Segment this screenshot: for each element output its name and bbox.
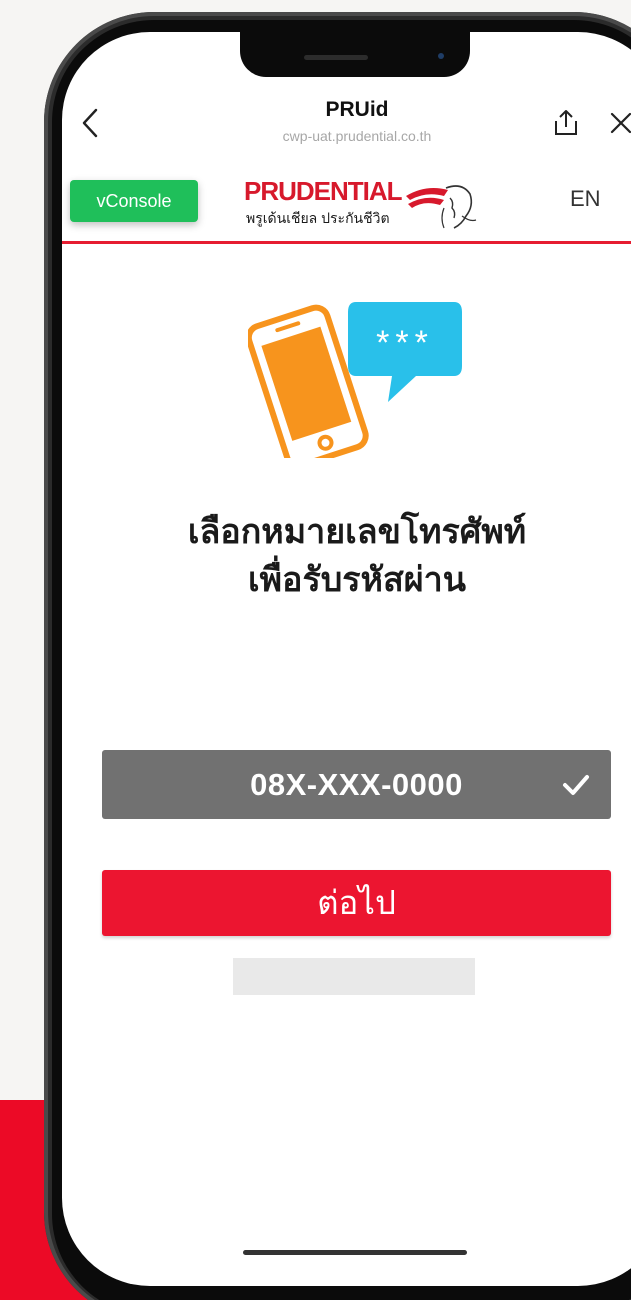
check-icon [563, 775, 589, 795]
stage: PRUid cwp-uat.prudential.co.th vConsole … [0, 0, 631, 1300]
headline-line-2: เพื่อรับรหัสผ่าน [248, 561, 466, 599]
page-headline: เลือกหมายเลขโทรศัพท์ เพื่อรับรหัสผ่าน [102, 508, 612, 604]
browser-title: PRUid [325, 98, 389, 121]
prudence-head-icon [406, 185, 477, 229]
phone-number-option[interactable]: 08X-XXX-0000 [102, 750, 611, 819]
home-indicator [243, 1250, 467, 1255]
header-divider [62, 241, 631, 244]
vconsole-button[interactable]: vConsole [70, 180, 198, 222]
device-screen: PRUid cwp-uat.prudential.co.th vConsole … [62, 32, 631, 1286]
device-notch [240, 32, 470, 77]
earpiece-speaker [304, 55, 368, 60]
browser-url: cwp-uat.prudential.co.th [282, 128, 432, 144]
bubble-asterisks: *** [376, 324, 434, 362]
headline-line-1: เลือกหมายเลขโทรศัพท์ [187, 513, 527, 551]
phone-number-text: 08X-XXX-0000 [250, 767, 463, 802]
otp-phone-illustration: *** [248, 302, 462, 458]
share-icon[interactable] [552, 108, 580, 138]
front-camera [438, 53, 444, 59]
back-icon[interactable] [78, 106, 102, 140]
next-button[interactable]: ต่อไป [102, 870, 611, 936]
loading-placeholder [233, 958, 475, 995]
prudential-logo: PRUDENTIAL พรูเด้นเชียล ประกันชีวิต [244, 176, 484, 234]
language-toggle[interactable]: EN [570, 186, 601, 212]
logo-wordmark: PRUDENTIAL [244, 176, 403, 206]
close-icon[interactable] [610, 112, 631, 134]
logo-thai-tagline: พรูเด้นเชียล ประกันชีวิต [246, 210, 390, 226]
